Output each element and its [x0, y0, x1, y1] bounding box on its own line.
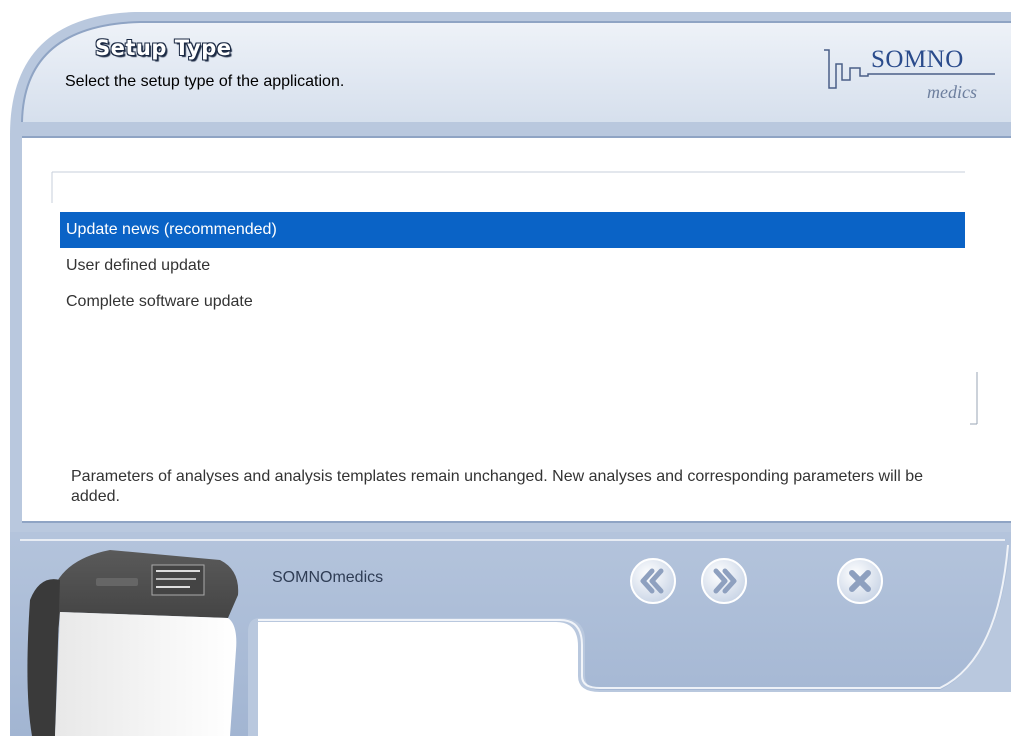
close-button[interactable]: [835, 556, 885, 606]
option-description: Parameters of analyses and analysis temp…: [71, 468, 924, 505]
logo-text-secondary: medics: [927, 82, 977, 102]
close-x-icon: [837, 558, 883, 604]
page-subtitle: Select the setup type of the application…: [65, 73, 345, 90]
setup-option-update-news[interactable]: Update news (recommended): [60, 212, 965, 248]
next-button[interactable]: [699, 556, 749, 606]
footer-brand-label: SOMNOmedics: [272, 569, 384, 586]
double-chevron-right-icon: [701, 558, 747, 604]
back-button[interactable]: [628, 556, 678, 606]
logo-text-primary: SOMNO: [871, 46, 964, 73]
setup-option-complete[interactable]: Complete software update: [60, 284, 965, 320]
setup-option-user-defined[interactable]: User defined update: [60, 248, 965, 284]
double-chevron-left-icon: [630, 558, 676, 604]
content-panel: [22, 138, 1011, 522]
window-frame: [10, 12, 1011, 736]
page-title: Setup Type: [95, 36, 232, 60]
setup-type-list[interactable]: Update news (recommended) User defined u…: [60, 212, 965, 320]
